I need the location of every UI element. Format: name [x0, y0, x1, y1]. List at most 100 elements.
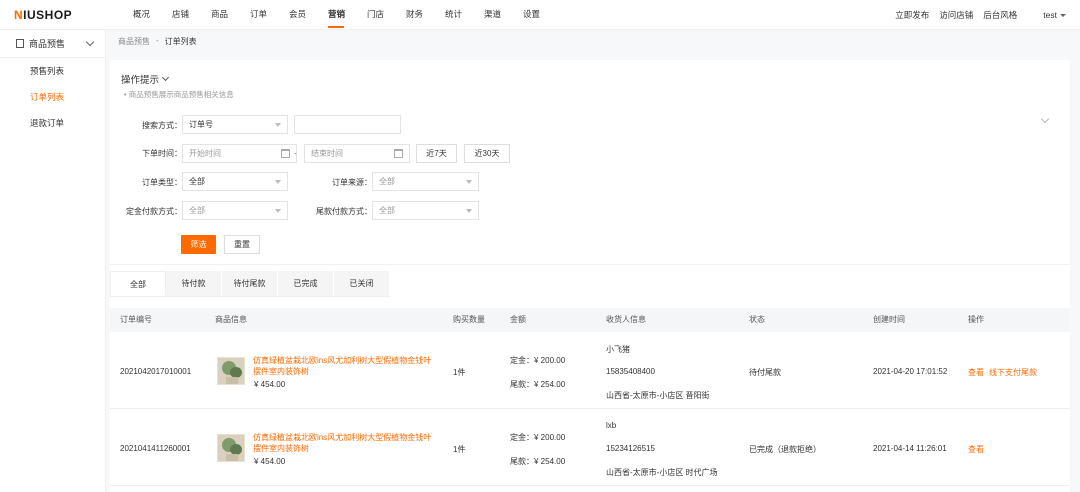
main-content: 操作提示 • 商品预售展示商品预售相关信息 搜索方式： 订单号 下单时间： 开始… — [110, 60, 1070, 492]
last-30-days-button[interactable]: 近30天 — [464, 144, 510, 163]
breadcrumb-separator: - — [156, 36, 159, 45]
dropdown-arrow-icon — [275, 209, 281, 213]
nav-item-settings[interactable]: 设置 — [523, 0, 562, 30]
dropdown-arrow-icon — [275, 123, 281, 127]
dropdown-arrow-icon — [466, 180, 472, 184]
tab-all[interactable]: 全部 — [110, 271, 166, 296]
nav-item-store[interactable]: 店铺 — [172, 0, 211, 30]
col-product: 商品信息 — [215, 315, 247, 324]
nav-item-channels[interactable]: 渠道 — [484, 0, 523, 30]
user-menu[interactable]: test — [1043, 10, 1066, 20]
tab-closed[interactable]: 已关闭 — [334, 271, 390, 296]
breadcrumb: 商品预售 - 订单列表 — [118, 36, 197, 47]
niushop-logo[interactable]: NIUSHOP — [14, 8, 72, 22]
search-method-select[interactable]: 订单号 — [182, 115, 288, 134]
search-keyword-input[interactable] — [294, 115, 401, 134]
product-thumbnail[interactable] — [217, 434, 245, 462]
nav-item-stores[interactable]: 门店 — [367, 0, 406, 30]
publish-link[interactable]: 立即发布 — [895, 9, 929, 21]
col-amount: 金额 — [510, 315, 526, 324]
table-header: 订单编号 商品信息 购买数量 金额 收货人信息 状态 创建时间 操作 — [110, 308, 1070, 332]
status-tabs: 全部 待付款 待付尾款 已完成 已关闭 — [110, 271, 390, 297]
deposit-pay-select[interactable]: 全部 — [182, 201, 288, 220]
document-icon — [16, 39, 24, 48]
chevron-down-icon — [161, 73, 170, 82]
view-link[interactable]: 查看 — [968, 444, 984, 455]
dropdown-arrow-icon — [466, 209, 472, 213]
nav-item-marketing[interactable]: 营销 — [328, 0, 367, 30]
order-number: 2021041411260001 — [120, 444, 191, 453]
tips-title: 操作提示 — [121, 75, 160, 86]
sidebar-item-presale-list[interactable]: 预售列表 — [0, 58, 105, 84]
tab-completed[interactable]: 已完成 — [278, 271, 334, 296]
admin-style-link[interactable]: 后台风格 — [983, 9, 1017, 21]
visit-store-link[interactable]: 访问店铺 — [939, 9, 973, 21]
nav-item-overview[interactable]: 概况 — [133, 0, 172, 30]
sidebar-group-label: 商品预售 — [29, 39, 66, 49]
product-name-link[interactable]: 仿真绿植盆栽北欧ins风尤加利树大型假植物金钱叶摆件室内装饰树 — [253, 432, 438, 454]
divider — [110, 264, 1070, 265]
order-time-label: 下单时间： — [142, 149, 182, 158]
order-source-value: 全部 — [379, 177, 395, 186]
tips-body: • 商品预售展示商品预售相关信息 — [124, 90, 234, 99]
product-thumbnail[interactable] — [217, 357, 245, 385]
final-pay-select[interactable]: 全部 — [372, 201, 479, 220]
order-source-label: 订单来源： — [332, 178, 372, 187]
start-time-placeholder: 开始时间 — [189, 149, 221, 158]
order-type-label: 订单类型： — [142, 178, 182, 187]
filter-button[interactable]: 筛选 — [181, 235, 216, 254]
last-7-days-button[interactable]: 近7天 — [416, 144, 457, 163]
final-pay-label: 尾款付款方式： — [316, 207, 372, 216]
collapse-filter-icon[interactable] — [1040, 114, 1050, 124]
col-receiver: 收货人信息 — [606, 315, 646, 324]
calendar-icon — [394, 149, 403, 158]
receiver-address: 山西省-太原市-小店区 时代广场 — [606, 468, 718, 477]
final-amount: 尾款：¥ 254.00 — [510, 380, 566, 389]
nav-item-finance[interactable]: 财务 — [406, 0, 445, 30]
deposit-pay-label: 定金付款方式： — [126, 207, 182, 216]
receiver-name: lxb — [606, 421, 617, 430]
deposit-amount: 定金：¥ 200.00 — [510, 433, 566, 442]
chevron-down-icon — [85, 37, 95, 47]
username: test — [1043, 10, 1057, 20]
table-row: 2021042017010001 仿真绿植盆栽北欧ins风尤加利树大型假植物金钱… — [110, 333, 1070, 409]
dropdown-arrow-icon — [275, 180, 281, 184]
caret-down-icon — [1060, 13, 1066, 17]
quantity: 1件 — [453, 445, 466, 454]
sidebar-group-presale[interactable]: 商品预售 — [0, 30, 105, 58]
top-right-links: 立即发布 访问店铺 后台风格 test — [895, 0, 1066, 30]
deposit-pay-value: 全部 — [189, 206, 205, 215]
final-amount: 尾款：¥ 254.00 — [510, 457, 566, 466]
end-time-placeholder: 结束时间 — [311, 149, 343, 158]
tab-pending-final[interactable]: 待付尾款 — [222, 271, 278, 296]
start-time-input[interactable]: 开始时间 — [182, 144, 297, 163]
table-row: 2021041411260001 仿真绿植盆栽北欧ins风尤加利树大型假植物金钱… — [110, 410, 1070, 486]
quantity: 1件 — [453, 368, 466, 377]
order-type-select[interactable]: 全部 — [182, 172, 288, 191]
order-status: 待付尾款 — [749, 368, 781, 377]
search-method-value: 订单号 — [189, 120, 213, 129]
offline-pay-final-link[interactable]: 线下支付尾款 — [989, 367, 1037, 378]
product-price: ¥ 454.00 — [254, 457, 286, 466]
tips-toggle[interactable]: 操作提示 — [121, 72, 170, 86]
receiver-address: 山西省-太原市-小店区 晋阳街 — [606, 391, 710, 400]
breadcrumb-parent[interactable]: 商品预售 — [118, 36, 150, 47]
final-pay-value: 全部 — [379, 206, 395, 215]
end-time-input[interactable]: 结束时间 — [304, 144, 410, 163]
deposit-amount: 定金：¥ 200.00 — [510, 356, 566, 365]
nav-item-stats[interactable]: 统计 — [445, 0, 484, 30]
reset-button[interactable]: 重置 — [224, 235, 260, 254]
order-source-select[interactable]: 全部 — [372, 172, 479, 191]
sidebar-item-order-list[interactable]: 订单列表 — [0, 84, 105, 110]
nav-item-members[interactable]: 会员 — [289, 0, 328, 30]
product-name-link[interactable]: 仿真绿植盆栽北欧ins风尤加利树大型假植物金钱叶摆件室内装饰树 — [253, 355, 438, 377]
nav-item-goods[interactable]: 商品 — [211, 0, 250, 30]
receiver-name: 小飞猪 — [606, 345, 630, 354]
col-order-no: 订单编号 — [120, 315, 152, 324]
tab-pending-payment[interactable]: 待付款 — [166, 271, 222, 296]
calendar-icon — [281, 149, 290, 158]
view-link[interactable]: 查看 — [968, 367, 984, 378]
sidebar-item-refund-orders[interactable]: 退款订单 — [0, 110, 105, 136]
nav-item-orders[interactable]: 订单 — [250, 0, 289, 30]
main-nav: 概况 店铺 商品 订单 会员 营销 门店 财务 统计 渠道 设置 — [133, 0, 562, 30]
